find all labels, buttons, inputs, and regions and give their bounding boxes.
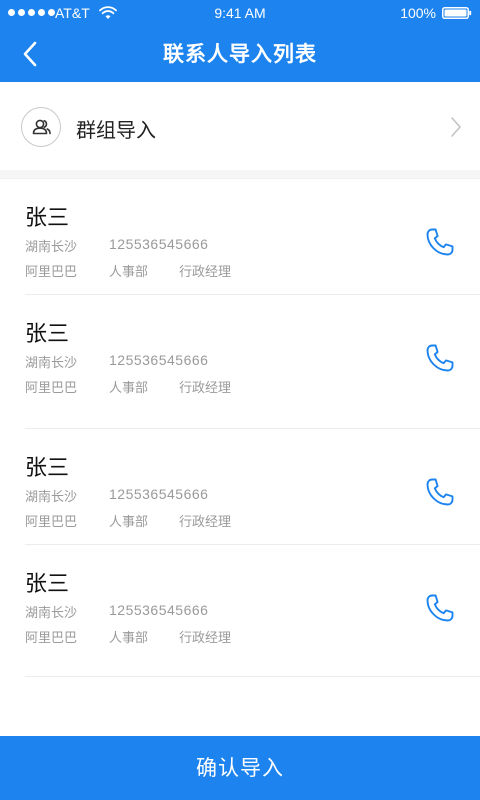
phone-icon [426,594,454,622]
group-icon-circle [21,107,61,147]
phone-icon [426,344,454,372]
group-import-label: 群组导入 [76,118,156,142]
contact-job-title: 行政经理 [179,381,232,396]
call-button[interactable] [422,590,458,626]
group-import-row[interactable]: 群组导入 [0,96,480,160]
contact-city: 湖南长沙 [25,356,78,371]
contact-name: 张三 [25,572,70,597]
list-divider [25,428,480,429]
call-button[interactable] [422,340,458,376]
status-bar: AT&T 9:41 AM 100% [0,0,480,26]
list-divider [25,676,480,677]
contact-company: 阿里巴巴 [25,631,78,646]
call-button[interactable] [422,224,458,260]
contact-department: 人事部 [109,381,149,396]
contact-city: 湖南长沙 [25,490,78,505]
page-title: 联系人导入列表 [163,42,317,66]
chevron-left-icon [23,41,37,67]
phone-icon [426,478,454,506]
contact-job-title: 行政经理 [179,265,232,280]
contact-phone: 125536545666 [109,602,209,618]
contact-job-title: 行政经理 [179,631,232,646]
section-divider [0,170,480,179]
contact-item[interactable]: 张三 湖南长沙 125536545666 阿里巴巴 人事部 行政经理 [0,300,480,416]
phone-icon [426,228,454,256]
call-button[interactable] [422,474,458,510]
contact-city: 湖南长沙 [25,606,78,621]
contact-company: 阿里巴巴 [25,381,78,396]
contact-name: 张三 [25,456,70,481]
contact-item[interactable]: 张三 湖南长沙 125536545666 阿里巴巴 人事部 行政经理 [0,184,480,300]
contact-import-page: AT&T 9:41 AM 100% 联系人导入列表 群组导入 张三 湖南长沙 1… [0,0,480,800]
battery-percent: 100% [400,5,436,21]
battery-icon [442,7,472,19]
contact-company: 阿里巴巴 [25,265,78,280]
contact-company: 阿里巴巴 [25,515,78,530]
group-icon [32,119,51,135]
header: AT&T 9:41 AM 100% 联系人导入列表 [0,0,480,82]
list-divider [25,544,480,545]
contact-department: 人事部 [109,515,149,530]
contact-job-title: 行政经理 [179,515,232,530]
contact-phone: 125536545666 [109,236,209,252]
contact-item[interactable]: 张三 湖南长沙 125536545666 阿里巴巴 人事部 行政经理 [0,434,480,550]
contact-name: 张三 [25,206,70,231]
contact-item[interactable]: 张三 湖南长沙 125536545666 阿里巴巴 人事部 行政经理 [0,550,480,666]
contact-department: 人事部 [109,265,149,280]
contact-name: 张三 [25,322,70,347]
confirm-import-button[interactable]: 确认导入 [0,736,480,800]
chevron-right-icon [451,117,461,137]
contact-phone: 125536545666 [109,352,209,368]
back-button[interactable] [10,34,50,74]
list-divider [25,294,480,295]
contact-city: 湖南长沙 [25,240,78,255]
contact-phone: 125536545666 [109,486,209,502]
nav-bar: 联系人导入列表 [0,26,480,82]
contact-department: 人事部 [109,631,149,646]
